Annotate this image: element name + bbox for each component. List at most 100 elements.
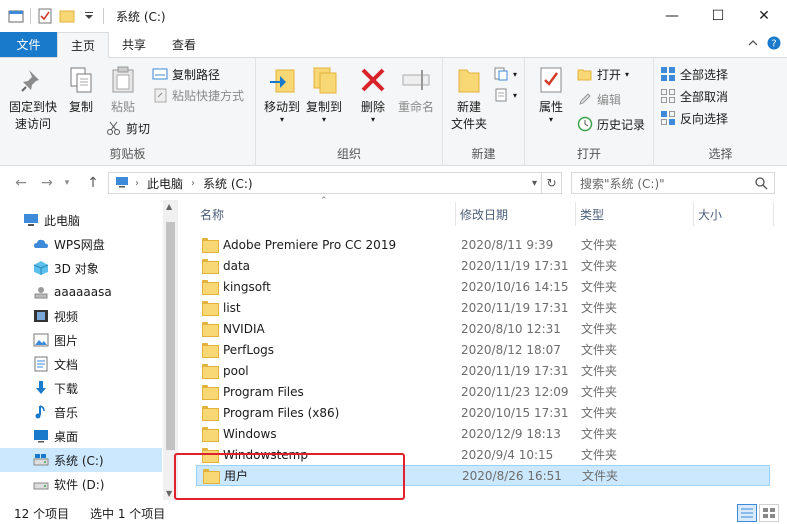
delete-icon bbox=[357, 64, 389, 96]
nav-item-downloads[interactable]: 下载 bbox=[0, 376, 162, 400]
collapse-ribbon-icon[interactable] bbox=[747, 37, 759, 52]
nav-item-desktop[interactable]: 桌面 bbox=[0, 424, 162, 448]
search-icon[interactable] bbox=[754, 176, 768, 193]
properties-button[interactable]: 属性 ▾ bbox=[531, 64, 571, 124]
nav-item-pictures[interactable]: 图片 bbox=[0, 328, 162, 352]
pin-to-quick-access-button[interactable]: 固定到快 速访问 bbox=[6, 64, 60, 133]
file-name: NVIDIA bbox=[223, 321, 265, 336]
customize-quick-access-icon[interactable] bbox=[81, 8, 97, 24]
search-input[interactable]: 搜索"系统 (C:)" bbox=[580, 175, 665, 192]
file-type: 文件夹 bbox=[581, 280, 618, 294]
column-header-size[interactable]: 大小 bbox=[694, 202, 774, 226]
file-type: 文件夹 bbox=[581, 322, 618, 336]
file-row[interactable]: NVIDIA 2020/8/10 12:31 文件夹 bbox=[196, 318, 770, 339]
column-header-name[interactable]: 名称 ⌃ bbox=[196, 196, 456, 226]
cut-button[interactable]: 剪切 bbox=[106, 118, 150, 138]
file-date: 2020/9/4 10:15 bbox=[461, 447, 554, 462]
file-date: 2020/8/10 12:31 bbox=[461, 321, 561, 336]
help-icon[interactable]: ? bbox=[767, 36, 781, 53]
up-button[interactable]: ↑ bbox=[82, 172, 104, 194]
scroll-up-icon[interactable]: ▲ bbox=[166, 202, 172, 211]
easy-access-button[interactable]: ▾ bbox=[493, 85, 517, 105]
open-group-label: 打开 bbox=[576, 147, 601, 161]
copy-to-button[interactable]: 复制到 ▾ bbox=[302, 64, 346, 124]
breadcrumb-c-drive[interactable]: 系统 (C:) bbox=[203, 175, 253, 192]
cube-icon bbox=[33, 260, 49, 276]
file-row[interactable]: list 2020/11/19 17:31 文件夹 bbox=[196, 297, 770, 318]
nav-item-3d-objects[interactable]: 3D 对象 bbox=[0, 256, 162, 280]
edit-button[interactable]: 编辑 bbox=[577, 89, 621, 109]
address-dropdown-icon[interactable]: ▾ bbox=[532, 178, 537, 189]
nav-item-this-pc[interactable]: 此电脑 bbox=[0, 208, 162, 232]
file-row[interactable]: Adobe Premiere Pro CC 2019 2020/8/11 9:39… bbox=[196, 234, 770, 255]
maximize-button[interactable]: ☐ bbox=[695, 0, 741, 32]
address-bar[interactable]: › 此电脑 › 系统 (C:) ▾ ↻ bbox=[108, 172, 562, 194]
nav-item-aaaaaasa[interactable]: aaaaaasa bbox=[0, 280, 162, 304]
file-name: Adobe Premiere Pro CC 2019 bbox=[223, 237, 397, 252]
large-icons-view-button[interactable] bbox=[759, 504, 779, 522]
copy-button[interactable]: 复制 bbox=[62, 64, 100, 116]
column-header-type[interactable]: 类型 bbox=[576, 202, 694, 226]
copy-to-icon bbox=[308, 64, 340, 96]
select-all-button[interactable]: 全部选择 bbox=[660, 64, 728, 84]
new-folder-button[interactable]: 新建 文件夹 bbox=[447, 64, 491, 133]
explorer-app-icon[interactable] bbox=[8, 8, 24, 24]
delete-button[interactable]: 删除 ▾ bbox=[354, 64, 392, 124]
rename-button[interactable]: 重命名 bbox=[394, 64, 438, 116]
recent-locations-button[interactable]: ▾ bbox=[60, 172, 74, 194]
details-view-button[interactable] bbox=[737, 504, 757, 522]
copy-path-button[interactable]: 复制路径 bbox=[152, 64, 220, 84]
tab-home[interactable]: 主页 bbox=[57, 32, 110, 58]
properties-quick-icon[interactable] bbox=[37, 8, 53, 24]
move-to-icon bbox=[266, 64, 298, 96]
file-row[interactable]: pool 2020/11/19 17:31 文件夹 bbox=[196, 360, 770, 381]
column-header-date[interactable]: 修改日期 bbox=[456, 202, 576, 226]
minimize-button[interactable]: — bbox=[649, 0, 695, 32]
nav-item-music[interactable]: 音乐 bbox=[0, 400, 162, 424]
properties-label: 属性 bbox=[538, 100, 563, 114]
open-button[interactable]: 打开 ▾ bbox=[577, 64, 629, 84]
forward-button[interactable]: → bbox=[36, 172, 58, 194]
new-folder-icon bbox=[453, 64, 485, 96]
file-name: PerfLogs bbox=[223, 342, 275, 357]
nav-item-c-drive[interactable]: 系统 (C:) bbox=[0, 448, 162, 472]
file-row[interactable]: PerfLogs 2020/8/12 18:07 文件夹 bbox=[196, 339, 770, 360]
select-none-label: 全部取消 bbox=[680, 89, 729, 104]
paste-shortcut-button[interactable]: 粘贴快捷方式 bbox=[152, 85, 244, 105]
file-name: Windows bbox=[223, 426, 277, 441]
title-bar: 系统 (C:) — ☐ ✕ bbox=[0, 0, 787, 32]
cloud-icon bbox=[33, 236, 49, 252]
tab-share[interactable]: 共享 bbox=[109, 32, 159, 57]
invert-selection-button[interactable]: 反向选择 bbox=[660, 108, 728, 128]
scrollbar-thumb[interactable] bbox=[166, 222, 175, 450]
refresh-icon[interactable]: ↻ bbox=[541, 173, 561, 193]
file-name: Program Files bbox=[223, 384, 304, 399]
new-item-button[interactable]: ▾ bbox=[493, 64, 517, 84]
close-button[interactable]: ✕ bbox=[741, 0, 787, 32]
tab-file[interactable]: 文件 bbox=[0, 32, 57, 57]
move-to-button[interactable]: 移动到 ▾ bbox=[260, 64, 304, 124]
sort-ascending-icon: ⌃ bbox=[320, 196, 328, 206]
tab-view[interactable]: 查看 bbox=[159, 32, 209, 57]
file-row[interactable]: Windows 2020/12/9 18:13 文件夹 bbox=[196, 423, 770, 444]
folder-icon bbox=[202, 364, 219, 379]
nav-item-d-drive[interactable]: 软件 (D:) bbox=[0, 472, 162, 496]
breadcrumb-this-pc[interactable]: 此电脑 bbox=[147, 175, 183, 192]
file-row[interactable]: Program Files (x86) 2020/10/15 17:31 文件夹 bbox=[196, 402, 770, 423]
search-box[interactable]: 搜索"系统 (C:)" bbox=[571, 172, 775, 194]
forward-arrow-icon: → bbox=[41, 175, 53, 191]
file-row[interactable]: kingsoft 2020/10/16 14:15 文件夹 bbox=[196, 276, 770, 297]
history-button[interactable]: 历史记录 bbox=[577, 114, 645, 134]
file-row[interactable]: Program Files 2020/11/23 12:09 文件夹 bbox=[196, 381, 770, 402]
column-header-row: 名称 ⌃ 修改日期 类型 大小 bbox=[196, 196, 776, 226]
edit-icon bbox=[577, 91, 593, 107]
nav-item-wps-cloud[interactable]: WPS网盘 bbox=[0, 232, 162, 256]
nav-item-documents[interactable]: 文档 bbox=[0, 352, 162, 376]
select-none-button[interactable]: 全部取消 bbox=[660, 86, 728, 106]
file-row[interactable]: data 2020/11/19 17:31 文件夹 bbox=[196, 255, 770, 276]
nav-item-videos[interactable]: 视频 bbox=[0, 304, 162, 328]
back-button[interactable]: ← bbox=[10, 172, 32, 194]
new-folder-quick-icon[interactable] bbox=[59, 8, 75, 24]
scroll-down-icon[interactable]: ▼ bbox=[166, 489, 172, 498]
paste-button[interactable]: 粘贴 bbox=[104, 64, 142, 116]
